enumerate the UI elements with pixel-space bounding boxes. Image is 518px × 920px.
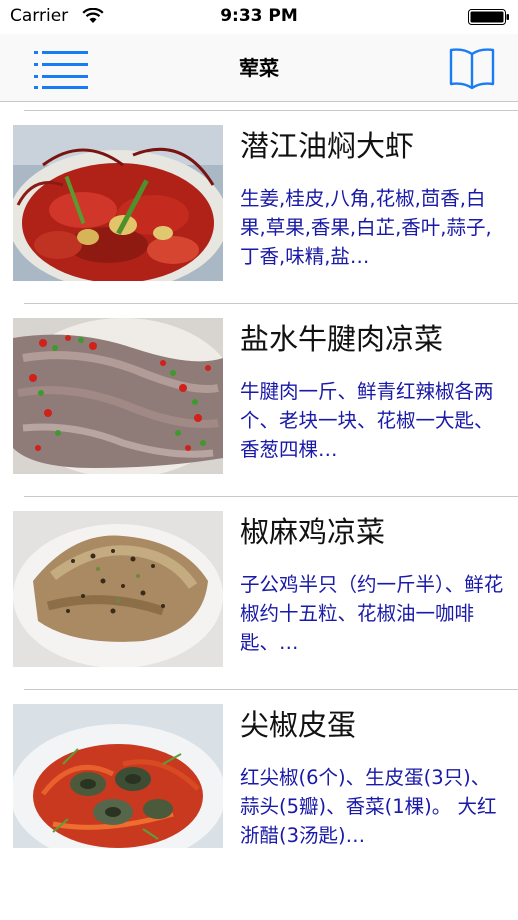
list-divider <box>24 689 518 690</box>
navigation-bar: 荤菜 <box>0 34 518 102</box>
list-divider <box>24 110 518 111</box>
recipe-thumbnail <box>13 704 223 848</box>
recipe-thumbnail <box>13 318 223 474</box>
list-divider <box>24 496 518 497</box>
book-button[interactable] <box>446 44 498 90</box>
recipe-thumbnail <box>13 125 223 281</box>
recipe-title: 潜江油焖大虾 <box>240 129 415 163</box>
recipe-ingredients: 生姜,桂皮,八角,花椒,茴香,白果,草果,香果,白芷,香叶,蒜子,丁香,味精,盐… <box>240 187 492 268</box>
recipe-title: 椒麻鸡凉菜 <box>240 515 386 549</box>
page-title: 荤菜 <box>239 56 279 80</box>
list-item-recipe[interactable]: 椒麻鸡凉菜 子公鸡半只（约一斤半）、鲜花椒约十五粒、花椒油一咖啡匙、… <box>0 502 518 695</box>
list-item-recipe[interactable]: 尖椒皮蛋 红尖椒(6个)、生皮蛋(3只)、蒜头(5瓣)、香菜(1棵)。 大红浙醋… <box>0 695 518 848</box>
chicken-photo <box>13 511 223 667</box>
app-screen: Carrier 9:33 PM 荤菜 潜江油焖大虾 生姜,桂皮,八角,花椒,茴香… <box>0 0 518 920</box>
book-icon <box>449 48 495 90</box>
recipe-ingredients: 子公鸡半只（约一斤半）、鲜花椒约十五粒、花椒油一咖啡匙、… <box>240 573 504 654</box>
recipe-title: 盐水牛腱肉凉菜 <box>240 322 444 356</box>
list-item-recipe[interactable]: 盐水牛腱肉凉菜 牛腱肉一斤、鲜青红辣椒各两个、老块一块、花椒一大匙、香葱四棵… <box>0 309 518 502</box>
list-item-recipe[interactable]: 潜江油焖大虾 生姜,桂皮,八角,花椒,茴香,白果,草果,香果,白芷,香叶,蒜子,… <box>0 116 518 309</box>
recipe-title: 尖椒皮蛋 <box>240 708 357 742</box>
recipe-ingredients: 红尖椒(6个)、生皮蛋(3只)、蒜头(5瓣)、香菜(1棵)。 大红浙醋(3汤匙)… <box>240 766 497 847</box>
recipe-thumbnail <box>13 511 223 667</box>
status-time: 9:33 PM <box>220 6 298 26</box>
battery-icon <box>468 9 509 25</box>
status-bar: Carrier 9:33 PM <box>0 0 518 34</box>
beef-shank-photo <box>13 318 223 474</box>
century-egg-photo <box>13 704 223 848</box>
recipe-ingredients: 牛腱肉一斤、鲜青红辣椒各两个、老块一块、花椒一大匙、香葱四棵… <box>240 380 494 461</box>
recipe-list[interactable]: 潜江油焖大虾 生姜,桂皮,八角,花椒,茴香,白果,草果,香果,白芷,香叶,蒜子,… <box>0 103 518 848</box>
crayfish-photo <box>13 125 223 281</box>
list-divider <box>24 303 518 304</box>
